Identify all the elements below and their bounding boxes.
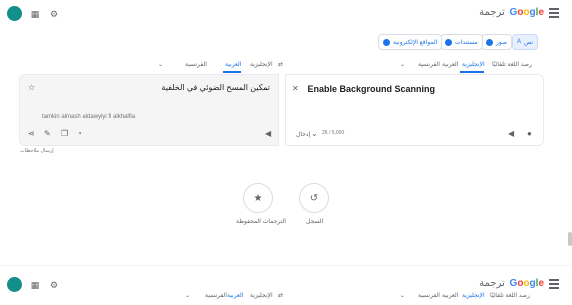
- account-avatar[interactable]: [7, 6, 22, 21]
- close-icon[interactable]: ✕: [292, 84, 299, 93]
- source-lang-tab-4[interactable]: الفرنسية: [418, 61, 440, 68]
- send-feedback-link[interactable]: إرسال ملاحظات: [20, 148, 54, 154]
- target-lang-more-icon[interactable]: ⌄: [185, 292, 190, 299]
- image-icon: [486, 38, 493, 46]
- mode-websites-button[interactable]: المواقع الإلكترونية: [378, 34, 443, 50]
- google-wordmark: Google: [509, 278, 544, 289]
- source-listen-icon[interactable]: ◀: [508, 129, 514, 139]
- star-icon[interactable]: ☆: [28, 83, 35, 92]
- target-lang-tab-1[interactable]: العربية: [227, 292, 243, 299]
- sticky-header: ▦ ⚙ ترجمة Google: [0, 271, 572, 293]
- star-filled-icon: ★: [253, 192, 263, 204]
- source-lang-more-icon[interactable]: ⌄: [400, 61, 405, 68]
- source-lang-tab-4[interactable]: الفرنسية: [418, 292, 440, 299]
- mode-images-button[interactable]: صور: [481, 34, 513, 50]
- target-lang-tab-3[interactable]: الفرنسية: [205, 292, 227, 299]
- keyboard-button[interactable]: إدخال: [296, 131, 310, 138]
- saved-button[interactable]: ★: [243, 183, 273, 213]
- google-wordmark: Google: [509, 7, 544, 18]
- target-lang-tab-3[interactable]: الفرنسية: [185, 61, 207, 68]
- target-lang-more-icon[interactable]: ⌄: [158, 61, 163, 68]
- edit-icon[interactable]: ✎: [44, 129, 51, 139]
- translation-output: تمكين المسح الضوئي في الخلفية: [161, 83, 270, 92]
- history-label: السجل: [306, 219, 324, 225]
- source-lang-tab-3[interactable]: العربية: [442, 61, 458, 68]
- mode-documents-button[interactable]: مستندات: [440, 34, 483, 50]
- source-tab-underline: [460, 71, 484, 73]
- scrollbar-thumb[interactable]: [568, 232, 572, 246]
- source-lang-tab-3[interactable]: العربية: [442, 292, 458, 299]
- source-panel[interactable]: ✕ Enable Background Scanning إدخال ⌄ 26 …: [285, 74, 544, 146]
- page-scrollbar[interactable]: [568, 0, 572, 305]
- history-icon: ↺: [309, 192, 319, 204]
- transliteration-text: tamkin almash aldawyiyi fi alkhalfia: [42, 114, 136, 120]
- apps-grid-icon[interactable]: ▦: [29, 8, 41, 20]
- brand-logo[interactable]: ترجمة Google: [479, 7, 544, 18]
- target-lang-tab-2[interactable]: الإنجليزية: [250, 292, 273, 299]
- top-header: ▦ ⚙ ترجمة Google: [0, 0, 572, 28]
- source-lang-tab-2[interactable]: الإنجليزية: [462, 292, 485, 299]
- microphone-icon[interactable]: ●: [527, 129, 532, 139]
- listen-icon[interactable]: ◀: [265, 129, 271, 139]
- source-lang-more-icon[interactable]: ⌄: [400, 292, 405, 299]
- account-avatar[interactable]: [7, 277, 22, 292]
- gear-icon[interactable]: ⚙: [48, 8, 60, 20]
- target-tab-underline: [223, 71, 241, 73]
- mode-text-button[interactable]: A نص: [512, 34, 539, 50]
- character-count: 26 / 5,000: [322, 130, 345, 136]
- copy-icon[interactable]: ❐: [61, 129, 68, 139]
- target-lang-tab-2[interactable]: الإنجليزية: [250, 61, 273, 68]
- menu-icon[interactable]: [549, 8, 559, 18]
- source-input[interactable]: Enable Background Scanning: [307, 84, 435, 94]
- source-lang-tab-1[interactable]: رصد اللغة تلقائيًا: [490, 292, 530, 299]
- swap-languages-icon[interactable]: ⇄: [278, 292, 283, 299]
- history-button[interactable]: ↺: [299, 183, 329, 213]
- gear-icon[interactable]: ⚙: [48, 279, 60, 291]
- target-panel: ☆ تمكين المسح الضوئي في الخلفية tamkin a…: [19, 74, 279, 146]
- source-lang-tab-2[interactable]: الإنجليزية: [462, 61, 485, 68]
- sticky-language-bar: ⌄ الفرنسية العربية الإنجليزية ⇄ ⌄ الفرنس…: [0, 292, 572, 302]
- target-lang-tab-1[interactable]: العربية: [225, 61, 241, 68]
- menu-icon[interactable]: [549, 279, 559, 289]
- apps-grid-icon[interactable]: ▦: [29, 279, 41, 291]
- saved-label: الترجمات المحفوظة: [236, 219, 286, 225]
- globe-icon: [383, 38, 390, 46]
- text-icon: A: [517, 39, 522, 45]
- share-icon[interactable]: ⋖: [28, 129, 35, 139]
- chevron-down-icon[interactable]: ⌄: [311, 129, 318, 139]
- brand-logo[interactable]: ترجمة Google: [479, 278, 544, 289]
- swap-languages-icon[interactable]: ⇄: [278, 61, 283, 68]
- document-icon: [445, 38, 452, 46]
- language-bar: ⌄ الفرنسية العربية الإنجليزية ⇄ ⌄ الفرنس…: [20, 59, 545, 73]
- feedback-icon[interactable]: ◔: [77, 129, 82, 139]
- source-lang-tab-1[interactable]: رصد اللغة تلقائيًا: [492, 61, 532, 68]
- section-divider: [0, 265, 572, 266]
